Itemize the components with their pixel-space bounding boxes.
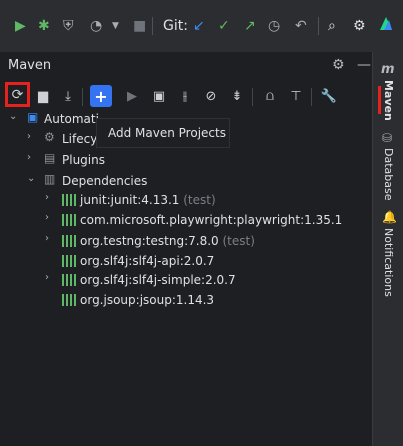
diagram-icon: ⩍ xyxy=(265,88,275,104)
rollback-icon[interactable]: ↶ xyxy=(295,18,307,34)
library-icon xyxy=(62,294,76,306)
wrench-icon: 🔧 xyxy=(320,88,338,104)
dependency-label: org.jsoup:jsoup:1.14.3 xyxy=(80,293,215,307)
search-icon[interactable]: ⌕ xyxy=(328,18,336,34)
options-gear-icon[interactable]: ⚙ xyxy=(332,57,345,73)
commit-icon[interactable]: ✓ xyxy=(218,18,230,34)
toggle-offline-mode-button[interactable]: ⫲ xyxy=(174,85,196,107)
sidebar-tab-maven[interactable]: Maven xyxy=(382,80,395,121)
dependency-row[interactable]: › com.microsoft.playwright:playwright:1.… xyxy=(0,210,372,230)
toolbar-divider xyxy=(252,88,253,106)
chevron-down-icon[interactable]: ⌄ xyxy=(9,111,17,122)
lifecycle-gear-icon: ⚙ xyxy=(44,130,55,144)
hide-minus-icon[interactable]: — xyxy=(357,57,371,73)
toolbar-divider xyxy=(311,88,312,106)
update-project-icon[interactable]: ↙ xyxy=(193,18,205,34)
tree-row-dependencies[interactable]: ⌄ ▥ Dependencies xyxy=(0,171,372,191)
dependency-row[interactable]: org.slf4j:slf4j-api:2.0.7 xyxy=(0,251,372,271)
analyze-dependencies-button[interactable]: ⊤ xyxy=(285,85,307,107)
run-icon: ▶ xyxy=(127,88,137,104)
dependency-row[interactable]: org.jsoup:jsoup:1.14.3 xyxy=(0,290,372,310)
bell-icon: 🔔 xyxy=(382,210,397,224)
tree-label-lifecycle: Lifecy xyxy=(62,132,98,146)
show-dependencies-button[interactable]: ⩍ xyxy=(259,85,281,107)
tree-label-root: Automati xyxy=(44,112,99,126)
maven-project-icon: ▣ xyxy=(27,110,39,124)
dependency-row[interactable]: › org.testng:testng:7.8.0 (test) xyxy=(0,231,372,251)
chevron-right-icon[interactable]: › xyxy=(45,272,49,283)
history-icon[interactable]: ◷ xyxy=(268,18,280,34)
dependency-scope: (test) xyxy=(179,193,216,207)
dependency-scope: (test) xyxy=(218,234,255,248)
add-maven-projects-button[interactable]: + xyxy=(90,85,112,107)
execute-maven-goal-button[interactable]: ▣ xyxy=(148,85,170,107)
chevron-right-icon[interactable]: › xyxy=(45,192,49,203)
dependency-label: org.testng:testng:7.8.0 xyxy=(80,234,219,248)
jetbrains-ai-icon[interactable] xyxy=(378,16,394,36)
sidebar-tab-notifications[interactable]: Notifications xyxy=(382,228,395,297)
tree-label-dependencies: Dependencies xyxy=(62,174,148,188)
reload-all-maven-projects-button[interactable]: ⟳ xyxy=(5,82,30,107)
dependency-label: org.slf4j:slf4j-api:2.0.7 xyxy=(80,254,215,268)
coverage-icon[interactable]: ⛨ xyxy=(63,18,74,34)
tree-label-plugins: Plugins xyxy=(62,153,105,167)
dependencies-folder-icon: ▥ xyxy=(44,172,56,186)
dependency-row[interactable]: › junit:junit:4.13.1 (test) xyxy=(0,190,372,210)
panel-title: Maven xyxy=(8,58,52,73)
tree-row-plugins[interactable]: › ▤ Plugins xyxy=(0,150,372,170)
skip-tests-icon: ⊘ xyxy=(205,88,217,104)
push-icon[interactable]: ↗ xyxy=(244,18,256,34)
library-icon xyxy=(62,194,76,206)
skip-tests-button[interactable]: ⊘ xyxy=(200,85,222,107)
plus-icon: + xyxy=(94,86,108,106)
dependency-label: com.microsoft.playwright:playwright:1.35… xyxy=(80,213,343,227)
toolbar-divider xyxy=(82,88,83,106)
active-tab-indicator xyxy=(378,86,381,114)
chevron-right-icon[interactable]: › xyxy=(45,212,49,223)
profiler-dropdown-icon[interactable]: ▼ xyxy=(112,18,119,34)
toolbar-divider xyxy=(152,17,153,35)
collapse-all-button[interactable]: ⇟ xyxy=(226,85,248,107)
main-toolbar: ▶ ✱ ⛨ ◔ ▼ ■ Git: ↙ ✓ ↗ ◷ ↶ ⌕ ⚙ xyxy=(0,0,403,52)
chevron-down-icon[interactable]: ⌄ xyxy=(27,173,35,184)
database-icon: ⛁ xyxy=(382,131,393,145)
run-maven-build-button[interactable]: ▶ xyxy=(121,85,143,107)
terminal-icon: ▣ xyxy=(152,88,166,104)
analyze-icon: ⊤ xyxy=(290,88,302,104)
stop-icon[interactable]: ■ xyxy=(133,18,146,34)
collapse-icon: ⇟ xyxy=(231,88,243,104)
folder-refresh-icon: ▆ xyxy=(38,88,48,104)
chevron-right-icon[interactable]: › xyxy=(27,152,31,163)
chevron-right-icon[interactable]: › xyxy=(45,233,49,244)
library-icon xyxy=(62,255,76,267)
dependency-label: junit:junit:4.13.1 xyxy=(80,193,180,207)
maven-icon: m xyxy=(381,62,395,77)
profiler-icon[interactable]: ◔ xyxy=(90,18,102,34)
run-icon[interactable]: ▶ xyxy=(15,18,26,34)
library-icon xyxy=(62,274,76,286)
toolbar-divider xyxy=(318,17,319,35)
debug-icon[interactable]: ✱ xyxy=(38,18,50,34)
settings-icon[interactable]: ⚙ xyxy=(353,18,366,34)
dependency-row[interactable]: › org.slf4j:slf4j-simple:2.0.7 xyxy=(0,270,372,290)
dependency-label: org.slf4j:slf4j-simple:2.0.7 xyxy=(80,273,236,287)
download-sources-button[interactable]: ⤓ xyxy=(57,85,79,107)
maven-settings-button[interactable]: 🔧 xyxy=(318,85,340,107)
chevron-right-icon[interactable]: › xyxy=(27,131,31,142)
download-icon: ⤓ xyxy=(65,88,71,104)
generate-sources-button[interactable]: ▆ xyxy=(32,85,54,107)
tooltip: Add Maven Projects xyxy=(96,118,230,148)
sidebar-tab-database[interactable]: Database xyxy=(382,148,395,201)
refresh-icon: ⟳ xyxy=(11,86,24,103)
offline-icon: ⫲ xyxy=(182,88,188,104)
git-label: Git: xyxy=(163,18,188,34)
library-icon xyxy=(62,214,76,226)
plugins-folder-icon: ▤ xyxy=(44,151,56,165)
library-icon xyxy=(62,235,76,247)
